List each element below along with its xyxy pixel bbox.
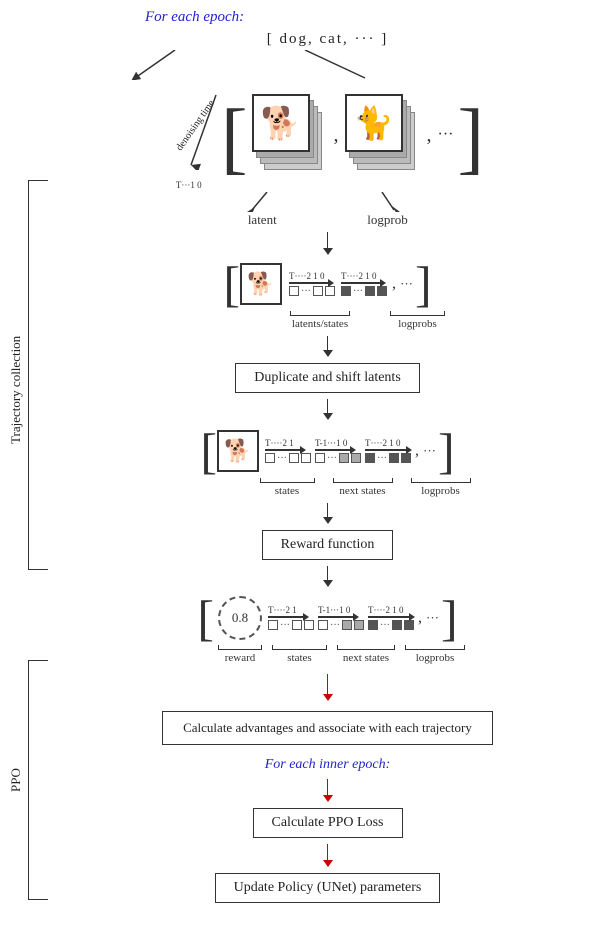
- logprob-label: logprob: [367, 212, 407, 228]
- diagram-container: Trajectory collection PPO For each epoch…: [0, 0, 615, 943]
- cat-emoji: 🐈: [354, 104, 394, 142]
- reward-logprobs-seq: T····2 1 0 ···: [368, 605, 414, 631]
- latent-arrow-svg: [247, 192, 277, 212]
- inner-epoch-label-container: For each inner epoch:: [265, 755, 391, 773]
- calculate-advantages-box: Calculate advantages and associate with …: [162, 711, 493, 745]
- denoising-arrow-svg: [186, 90, 236, 170]
- arrow-to-duplicate: [323, 336, 333, 357]
- bracket-close-states: ]: [438, 426, 455, 476]
- comma-2: ,: [427, 124, 432, 147]
- logprobs-seq-2: T····2 1 0 ···: [365, 438, 411, 464]
- duplicate-shift-box: Duplicate and shift latents: [235, 363, 420, 393]
- prompt-to-stacks-area: [55, 50, 600, 80]
- dog-stack: 🐕: [250, 90, 330, 180]
- ppo-brace: [28, 660, 48, 900]
- dog-emoji: 🐕: [261, 104, 301, 142]
- epoch-label: For each epoch:: [145, 9, 244, 25]
- trajectory-brace: [28, 180, 48, 570]
- trajectory-collection-label: Trajectory collection: [8, 200, 24, 580]
- latent-logprob-labels: latent logprob: [55, 192, 600, 228]
- reward-label: reward: [218, 645, 262, 664]
- underbraces-row3: reward states next states logprobs: [218, 645, 465, 664]
- states-label: states: [260, 478, 315, 497]
- calculate-ppo-box: Calculate PPO Loss: [253, 808, 403, 838]
- dog-small-img: 🐕: [240, 263, 282, 305]
- next-states-label-2: next states: [337, 645, 395, 664]
- prompt-array: [ dog, cat, ··· ]: [267, 30, 388, 48]
- underbraces-row2: states next states logprobs: [260, 478, 471, 497]
- inner-epoch-label: For each inner epoch:: [265, 757, 391, 772]
- ppo-label: PPO: [8, 660, 24, 900]
- latent-label: latent: [248, 212, 277, 228]
- bracket-open-latent: [: [223, 259, 240, 309]
- bracket-close-stacks: ]: [457, 98, 484, 178]
- latent-label-area: latent: [247, 192, 277, 228]
- red-arrow-3: [323, 844, 333, 867]
- logprobs-label-1: logprobs: [390, 311, 445, 330]
- reward-function-box: Reward function: [262, 530, 394, 560]
- states-seq: T····2 1 ···: [265, 438, 311, 464]
- comma-1: ,: [334, 124, 339, 147]
- bracket-open-states: [: [200, 426, 217, 476]
- latent-seq-group: T····2 1 0 ···: [289, 271, 335, 297]
- comma-latent: ,: [392, 275, 396, 293]
- latent-states-row: [ 🐕 T····2 1 0 ···: [223, 259, 431, 309]
- logprob-seq-group: T····2 1 0 ···: [341, 271, 387, 297]
- logprobs-label-2: logprobs: [411, 478, 471, 497]
- underbraces-row1: latents/states logprobs: [290, 311, 445, 330]
- prompt-arrows-svg: [55, 50, 600, 80]
- latents-states-label: latents/states: [290, 311, 350, 330]
- next-states-seq: T-1···1 0 ···: [315, 438, 361, 464]
- arrow-to-latent-row: [323, 232, 333, 255]
- image-stacks-row: denoising time T···1 0 [: [171, 80, 484, 190]
- arrow-to-states-row: [323, 399, 333, 420]
- states-row: [ 🐕 T····2 1 ··· T-1···1 0: [200, 426, 454, 476]
- red-arrow-1: [323, 674, 333, 701]
- reward-next-states-seq: T-1···1 0 ···: [318, 605, 364, 631]
- logprob-squares: ···: [341, 286, 387, 297]
- dots-latent: ···: [400, 276, 413, 292]
- next-states-label: next states: [333, 478, 393, 497]
- dots-reward: ···: [426, 610, 439, 626]
- dog-small-img-2: 🐕: [217, 430, 259, 472]
- dots-states: ···: [423, 443, 436, 459]
- update-policy-box: Update Policy (UNet) parameters: [215, 873, 441, 903]
- logprob-label-area: logprob: [367, 192, 407, 228]
- reward-states-seq: T····2 1 ···: [268, 605, 314, 631]
- dots-stacks: ···: [438, 126, 454, 144]
- reward-circle: 0.8: [218, 596, 262, 640]
- cat-stack: 🐈: [343, 90, 423, 180]
- logprobs-label-3: logprobs: [405, 645, 465, 664]
- comma-reward: ,: [418, 609, 422, 627]
- states-label-2: states: [272, 645, 327, 664]
- denoising-time-area: denoising time T···1 0: [171, 90, 231, 190]
- bracket-close-latent: ]: [415, 259, 432, 309]
- arrow-to-reward: [323, 503, 333, 524]
- logprob-arrow-svg: [372, 192, 402, 212]
- bracket-close-reward: ]: [441, 593, 458, 643]
- arrow-to-reward-row: [323, 566, 333, 587]
- latent-squares: ···: [289, 286, 335, 297]
- bracket-open-reward: [: [197, 593, 214, 643]
- reward-row: [ 0.8 T····2 1 ··· T-1···1: [197, 593, 457, 643]
- red-arrow-2: [323, 779, 333, 802]
- comma-states: ,: [415, 442, 419, 460]
